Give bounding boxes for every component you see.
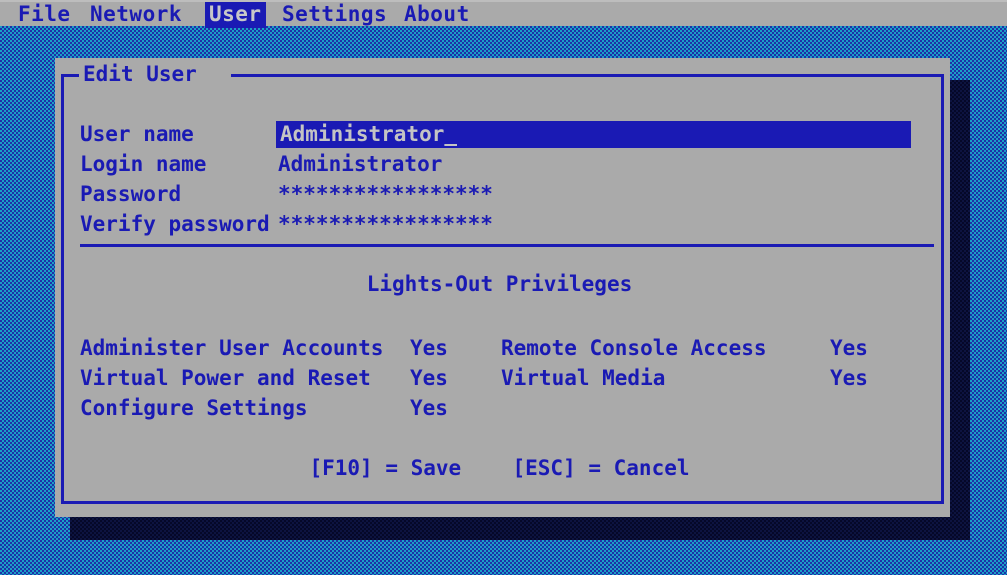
privilege-label-administer-user-accounts: Administer User Accounts: [80, 336, 384, 360]
menu-item-file[interactable]: File: [14, 2, 75, 28]
privilege-label-virtual-power-and-reset: Virtual Power and Reset: [80, 366, 371, 390]
menu-item-user[interactable]: User: [205, 2, 266, 28]
password-label: Password: [80, 182, 182, 206]
privileges-section-title: Lights-Out Privileges: [366, 272, 633, 296]
privilege-value-administer-user-accounts[interactable]: Yes: [410, 336, 448, 360]
dialog-footer: [F10] = Save [ESC] = Cancel: [55, 456, 944, 480]
privilege-label-configure-settings: Configure Settings: [80, 396, 308, 420]
privilege-value-remote-console-access[interactable]: Yes: [830, 336, 868, 360]
privilege-label-remote-console-access: Remote Console Access: [501, 336, 767, 360]
menu-item-network[interactable]: Network: [86, 2, 186, 28]
privilege-value-virtual-media[interactable]: Yes: [830, 366, 868, 390]
user-name-input[interactable]: Administrator_: [280, 122, 457, 147]
user-name-label: User name: [80, 122, 194, 146]
privilege-value-configure-settings[interactable]: Yes: [410, 396, 448, 420]
login-name-label: Login name: [80, 152, 207, 176]
verify-password-input[interactable]: *****************: [278, 212, 493, 236]
section-divider: [80, 244, 934, 247]
privilege-label-virtual-media: Virtual Media: [501, 366, 666, 390]
menu-item-settings[interactable]: Settings: [278, 2, 391, 28]
save-key-hint[interactable]: [F10] = Save: [309, 456, 461, 480]
cancel-key-hint[interactable]: [ESC] = Cancel: [513, 456, 690, 480]
menu-bar: File Network User Settings About: [0, 0, 1007, 28]
menu-item-about[interactable]: About: [400, 2, 474, 28]
screen: File Network User Settings About Edit Us…: [0, 0, 1007, 575]
password-input[interactable]: *****************: [278, 182, 493, 206]
privilege-value-virtual-power-and-reset[interactable]: Yes: [410, 366, 448, 390]
verify-password-label: Verify password: [80, 212, 270, 236]
login-name-input[interactable]: Administrator: [278, 152, 442, 176]
edit-user-dialog: Edit User User name Login name Password …: [55, 58, 950, 517]
dialog-title: Edit User: [83, 62, 197, 86]
